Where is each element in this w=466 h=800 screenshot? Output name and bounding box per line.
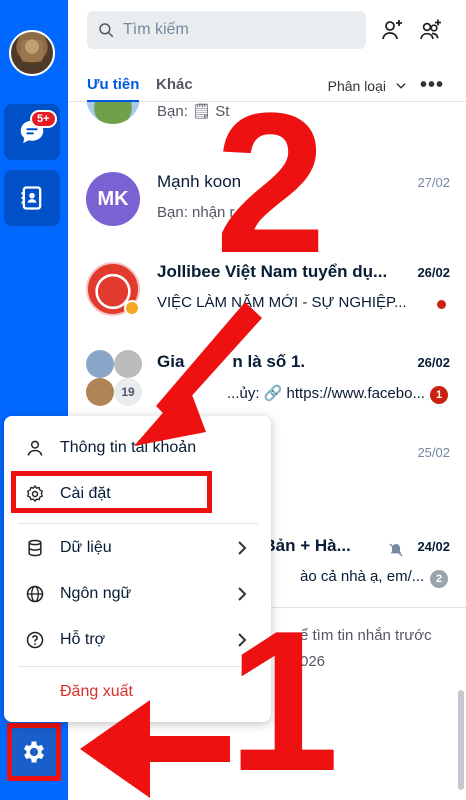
step-1-number: 1 [228,590,339,800]
arrow-to-gear-icon [80,700,230,798]
step-2-number: 2 [215,72,326,295]
tutorial-annotation-layer: 2 1 [80,72,339,800]
arrow-to-settings-icon [134,302,262,446]
